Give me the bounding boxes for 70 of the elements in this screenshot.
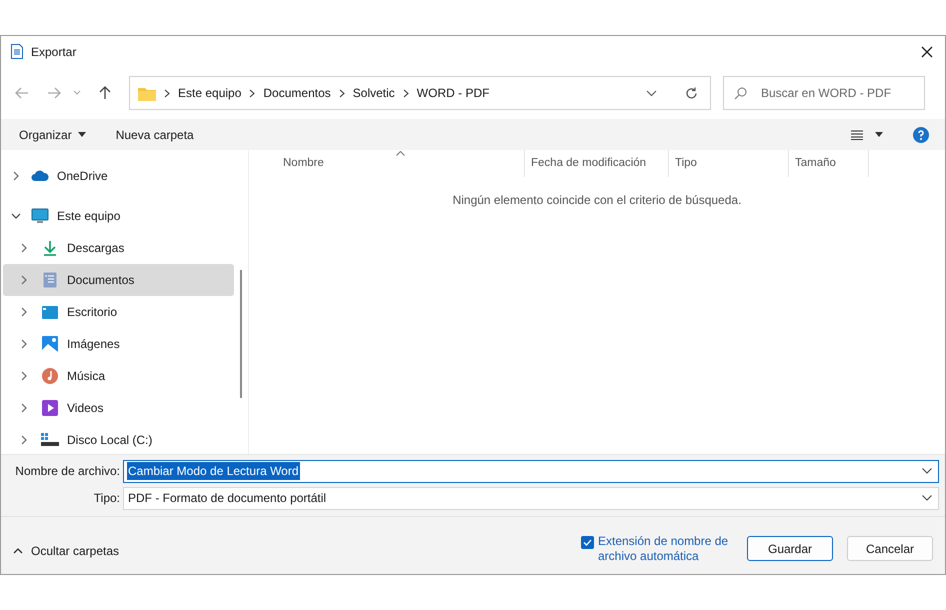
search-field[interactable]: Buscar en WORD - PDF bbox=[723, 76, 925, 110]
document-icon bbox=[43, 272, 57, 288]
checkmark-icon bbox=[583, 538, 592, 546]
tree-item[interactable]: Música bbox=[3, 360, 234, 392]
download-icon bbox=[42, 240, 58, 256]
music-icon bbox=[42, 368, 58, 384]
chevron-up-icon bbox=[13, 548, 23, 554]
chevron-icon[interactable] bbox=[338, 88, 345, 98]
breadcrumb[interactable]: Solvetic bbox=[352, 84, 395, 102]
collapse-chevron-icon[interactable] bbox=[19, 243, 29, 253]
desktop-icon bbox=[42, 306, 58, 318]
filename-label: Nombre de archivo: bbox=[14, 463, 121, 480]
file-type-dropdown[interactable]: PDF - Formato de documento portátil bbox=[123, 486, 939, 510]
collapse-chevron-icon[interactable] bbox=[19, 371, 29, 381]
tree-item[interactable]: Escritorio bbox=[3, 296, 234, 328]
breadcrumb[interactable]: WORD - PDF bbox=[416, 84, 490, 102]
tree-item[interactable]: Imágenes bbox=[3, 328, 234, 360]
tree-item[interactable]: Disco Local (C:) bbox=[3, 424, 234, 456]
collapse-chevron-icon[interactable] bbox=[19, 275, 29, 285]
checkbox-label[interactable]: Extensión de nombre de archivo automática bbox=[598, 534, 733, 564]
column-header[interactable]: Tamaño bbox=[789, 150, 869, 177]
column-header[interactable]: Nombre bbox=[249, 150, 525, 177]
organize-menu-button[interactable]: Organizar bbox=[19, 126, 86, 144]
tree-item[interactable]: Este equipo bbox=[3, 200, 234, 232]
dropdown-caret-icon[interactable] bbox=[646, 90, 657, 96]
address-bar[interactable]: Este equipo Documentos Solvetic WORD - PDF bbox=[129, 76, 711, 110]
collapse-chevron-icon[interactable] bbox=[11, 171, 21, 181]
image-icon bbox=[42, 336, 58, 352]
checkbox[interactable] bbox=[581, 536, 594, 548]
collapse-chevron-icon[interactable] bbox=[19, 403, 29, 413]
tree-item[interactable]: Descargas bbox=[3, 232, 234, 264]
refresh-icon[interactable] bbox=[685, 86, 698, 100]
column-header[interactable]: Tipo bbox=[669, 150, 789, 177]
new-folder-button[interactable]: Nueva carpeta bbox=[116, 126, 194, 144]
tree-item[interactable]: Documentos bbox=[3, 264, 234, 296]
hide-folders-button[interactable]: Ocultar carpetas bbox=[13, 542, 120, 560]
up-arrow-icon[interactable] bbox=[99, 86, 111, 100]
chevron-icon[interactable] bbox=[249, 88, 256, 98]
monitor-icon bbox=[31, 208, 49, 224]
collapse-chevron-icon[interactable] bbox=[19, 307, 29, 317]
empty-message: Ningún elemento coincide con el criterio de búsqueda. bbox=[452, 192, 742, 209]
drive-icon bbox=[41, 433, 59, 447]
caret-icon[interactable] bbox=[875, 132, 883, 137]
collapse-chevron-icon[interactable] bbox=[19, 435, 29, 445]
chevron-icon[interactable] bbox=[402, 88, 409, 98]
video-icon bbox=[42, 400, 58, 416]
document-icon bbox=[11, 44, 23, 59]
breadcrumb[interactable]: Este equipo bbox=[178, 84, 242, 102]
filename-field[interactable]: Cambiar Modo de Lectura Word bbox=[123, 460, 939, 482]
caret-icon bbox=[78, 132, 86, 137]
collapse-chevron-icon[interactable] bbox=[19, 339, 29, 349]
tree-item[interactable]: Videos bbox=[3, 392, 234, 424]
type-label: Tipo: bbox=[92, 490, 121, 507]
column-header[interactable]: Fecha de modificación bbox=[525, 150, 669, 177]
cloud-icon bbox=[31, 170, 49, 182]
view-list-icon[interactable] bbox=[851, 130, 863, 140]
save-button[interactable]: Guardar bbox=[747, 536, 833, 561]
scrollbar-thumb[interactable] bbox=[240, 270, 242, 398]
dropdown-caret-icon[interactable] bbox=[922, 468, 932, 474]
breadcrumb[interactable]: Documentos bbox=[263, 84, 331, 102]
window-title: Exportar bbox=[31, 44, 76, 60]
folder-icon bbox=[138, 86, 156, 100]
cancel-button[interactable]: Cancelar bbox=[847, 536, 933, 561]
expand-chevron-icon[interactable] bbox=[11, 211, 21, 221]
dropdown-caret-icon[interactable] bbox=[922, 495, 932, 501]
help-icon[interactable] bbox=[913, 126, 929, 142]
chevron-icon[interactable] bbox=[164, 88, 170, 98]
close-icon[interactable] bbox=[921, 46, 933, 58]
search-icon bbox=[734, 86, 747, 100]
tree-item[interactable]: OneDrive bbox=[3, 160, 234, 192]
